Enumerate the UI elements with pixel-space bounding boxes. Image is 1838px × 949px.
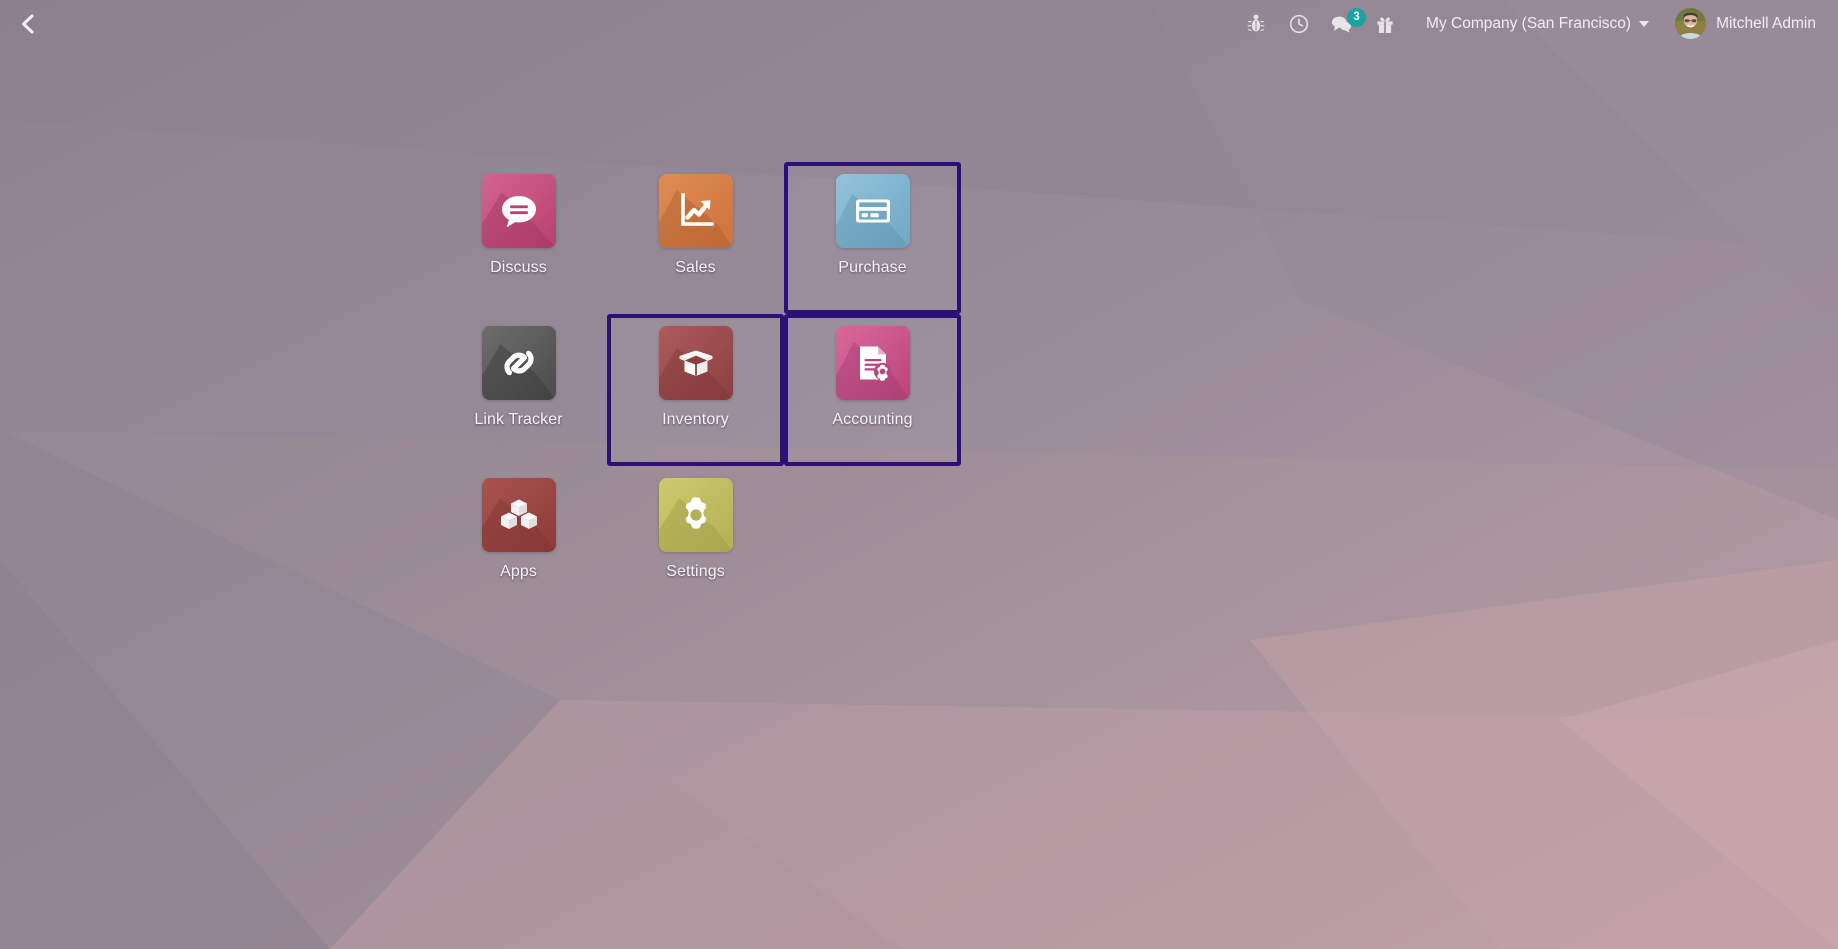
app-label-settings: Settings (666, 563, 725, 580)
avatar (1675, 8, 1707, 39)
app-tile-inventory[interactable]: Inventory (607, 314, 784, 466)
app-icon-inventory (658, 326, 733, 400)
app-tile-apps[interactable]: Apps (430, 466, 607, 618)
app-label-sales: Sales (675, 259, 716, 276)
back-button[interactable] (0, 0, 56, 47)
user-menu[interactable]: Mitchell Admin (1675, 8, 1816, 39)
app-tile-sales[interactable]: Sales (607, 162, 784, 314)
systray: 3 (1245, 0, 1402, 47)
app-label-link-tracker: Link Tracker (474, 411, 563, 428)
company-name: My Company (San Francisco) (1426, 14, 1632, 32)
app-tile-purchase[interactable]: Purchase (784, 162, 961, 314)
app-icon-settings (658, 478, 733, 552)
chat-icon[interactable]: 3 (1331, 7, 1367, 35)
credit-card-icon (855, 199, 890, 223)
app-icon-link-tracker (481, 326, 556, 400)
app-tile-settings[interactable]: Settings (607, 466, 784, 618)
app-icon-accounting (835, 326, 910, 400)
app-tile-accounting[interactable]: Accounting (784, 314, 961, 466)
chain-link-icon (503, 350, 534, 376)
app-tile-link-tracker[interactable]: Link Tracker (430, 314, 607, 466)
document-gear-icon (859, 346, 891, 381)
app-label-apps: Apps (500, 563, 537, 580)
app-icon-apps (481, 478, 556, 552)
app-icon-sales (658, 174, 733, 248)
chevron-left-icon (18, 12, 38, 36)
app-icon-purchase (835, 174, 910, 248)
chevron-down-icon (1639, 20, 1650, 27)
desktop-background: 3 My Company (San Francisco) Mitchell Ad… (0, 0, 1838, 949)
line-chart-up-icon (680, 193, 714, 226)
app-grid: Discuss Sales Purchase Link Tracker Inve… (430, 162, 1070, 618)
gear-icon (685, 497, 706, 529)
speech-bubble-icon (501, 196, 536, 228)
bug-icon[interactable] (1245, 13, 1267, 35)
app-label-inventory: Inventory (662, 411, 729, 428)
app-label-purchase: Purchase (838, 259, 907, 276)
top-bar: 3 My Company (San Francisco) Mitchell Ad… (0, 0, 1838, 47)
app-label-discuss: Discuss (490, 259, 547, 276)
clock-icon[interactable] (1288, 13, 1310, 35)
open-box-icon (679, 350, 712, 376)
username: Mitchell Admin (1716, 14, 1816, 32)
app-label-accounting: Accounting (832, 411, 913, 428)
cubes-icon (500, 499, 537, 529)
company-switcher[interactable]: My Company (San Francisco) (1426, 14, 1650, 33)
app-icon-discuss (481, 174, 556, 248)
app-tile-discuss[interactable]: Discuss (430, 162, 607, 314)
messages-badge: 3 (1347, 7, 1367, 27)
gift-icon[interactable] (1374, 13, 1396, 35)
